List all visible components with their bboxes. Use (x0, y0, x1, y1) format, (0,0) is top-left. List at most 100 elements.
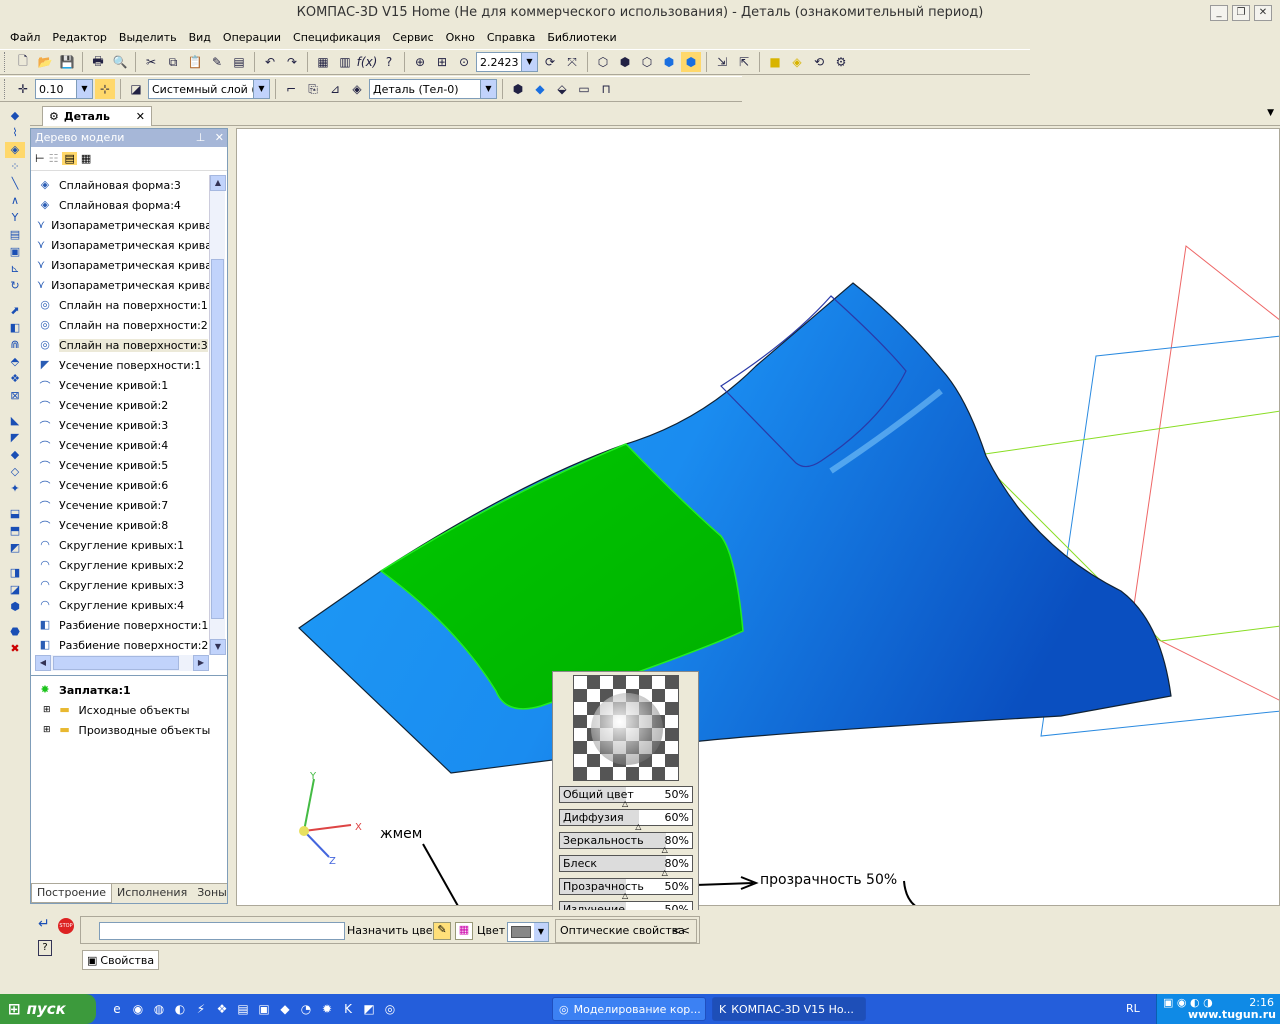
chevron-down-icon[interactable]: ▼ (253, 80, 269, 98)
menu-window[interactable]: Окно (440, 28, 481, 48)
app-icon[interactable]: ⚡ (192, 1000, 210, 1018)
menu-help[interactable]: Справка (481, 28, 541, 48)
plane-green-top[interactable] (970, 410, 1280, 457)
tree-item[interactable]: ⌒ Усечение кривой:7 (31, 495, 209, 515)
optics-slider[interactable]: Блеск 80% △ (559, 855, 693, 877)
tree-item[interactable]: ⌒ Усечение кривой:5 (31, 455, 209, 475)
optics-button[interactable]: Оптические свойства << (555, 919, 697, 943)
spatial-curves-icon[interactable]: ⌇ (5, 125, 25, 141)
close-icon[interactable]: ✕ (215, 131, 224, 144)
tree-sort-icon[interactable]: ☷ (49, 152, 59, 165)
menu-file[interactable]: Файл (4, 28, 46, 48)
help-icon[interactable]: ? (38, 940, 52, 956)
kompas-icon[interactable]: K (339, 1000, 357, 1018)
chevron-down-icon[interactable]: ▼ (534, 923, 548, 941)
surface-extend-icon[interactable]: ◤ (5, 430, 25, 446)
close-tab-icon[interactable]: ✕ (136, 110, 145, 123)
menu-libraries[interactable]: Библиотеки (541, 28, 622, 48)
detail-icon[interactable]: ◈ (347, 79, 367, 99)
scroll-thumb[interactable] (211, 259, 224, 619)
spec-icon[interactable]: ▤ (5, 227, 25, 243)
curve-project-icon[interactable]: ◪ (5, 582, 25, 598)
window-icon[interactable]: ▣ (255, 1000, 273, 1018)
snap-icon[interactable]: ✛ (13, 79, 33, 99)
split-icon[interactable]: ⬒ (5, 523, 25, 539)
tree-item[interactable]: ◠ Скругление кривых:4 (31, 595, 209, 615)
tree-item[interactable]: ◎ Сплайн на поверхности:1 (31, 295, 209, 315)
tree-item[interactable]: ◧ Разбиение поверхности:1 (31, 615, 209, 635)
tree-item[interactable]: ⋎ Изопараметрическая кривая (31, 235, 209, 255)
tree-item[interactable]: ◠ Скругление кривых:3 (31, 575, 209, 595)
hscroll-thumb[interactable] (53, 656, 179, 670)
optics-slider[interactable]: Общий цвет 50% △ (559, 786, 693, 808)
new-file-icon[interactable]: 🗋 (13, 52, 33, 72)
dimension-icon[interactable]: ⊓ (596, 79, 616, 99)
step-combo[interactable]: 0.10 ▼ (35, 79, 93, 99)
tab-zones[interactable]: Зоны (192, 884, 232, 903)
edit-part-icon[interactable]: ◆ (5, 108, 25, 124)
expand-icon[interactable]: ⊞ (43, 725, 51, 735)
scroll-down-icon[interactable]: ▼ (210, 639, 226, 655)
hidden-thin-icon[interactable]: ⬡ (637, 52, 657, 72)
tree-item[interactable]: ⌒ Усечение кривой:6 (31, 475, 209, 495)
loft-icon[interactable]: ⬘ (5, 354, 25, 370)
paste-icon[interactable]: 📋 (185, 52, 205, 72)
start-button[interactable]: ⊞ пуск (0, 994, 96, 1024)
dimensions-icon[interactable]: ⊾ (5, 261, 25, 277)
optics-slider[interactable]: Диффузия 60% △ (559, 809, 693, 831)
chrome-icon[interactable]: ◎ (381, 1000, 399, 1018)
tree-item[interactable]: ⌒ Усечение кривой:1 (31, 375, 209, 395)
lines-icon[interactable]: ╲ (5, 176, 25, 192)
cube-options-icon[interactable]: ◈ (787, 52, 807, 72)
filter-icon[interactable]: ⇲ (712, 52, 732, 72)
report-icon[interactable]: ▣ (5, 244, 25, 260)
chevron-down-icon[interactable]: ▼ (76, 80, 92, 98)
measure-icon[interactable]: Y (5, 210, 25, 226)
library-icon[interactable]: ⬣ (5, 624, 25, 640)
rotate-icon[interactable]: ⟳ (540, 52, 560, 72)
tree-view-icon[interactable]: ▤ (62, 152, 77, 165)
tree-list-icon[interactable]: ▦ (81, 152, 91, 165)
tree-item[interactable]: ◠ Скругление кривых:1 (31, 535, 209, 555)
angle-icon[interactable]: ∧ (5, 193, 25, 209)
optics-slider[interactable]: Прозрачность 50% △ (559, 878, 693, 900)
surface-trim-icon[interactable]: ◣ (5, 413, 25, 429)
expand-icon[interactable]: ⊞ (43, 705, 51, 715)
tree-item[interactable]: ⌒ Усечение кривой:3 (31, 415, 209, 435)
slider-thumb-icon[interactable]: △ (622, 892, 630, 900)
shaded-edges-icon[interactable]: ⬢ (681, 52, 701, 72)
toolbar-grip[interactable] (4, 79, 8, 99)
source-objects-node[interactable]: ⊞ ▬ Исходные объекты (31, 700, 227, 720)
shaded-icon[interactable]: ⬢ (659, 52, 679, 72)
menu-service[interactable]: Сервис (387, 28, 440, 48)
slider-thumb-icon[interactable]: △ (662, 846, 670, 854)
layer-icon[interactable]: ◪ (126, 79, 146, 99)
scroll-right-icon[interactable]: ▶ (193, 655, 209, 671)
tree-item[interactable]: ⌒ Усечение кривой:4 (31, 435, 209, 455)
cube-yellow-icon[interactable]: ■ (765, 52, 785, 72)
app-icon[interactable]: ❖ (213, 1000, 231, 1018)
app-icon[interactable]: ◩ (360, 1000, 378, 1018)
body-icon[interactable]: ⬢ (5, 599, 25, 615)
copy-icon[interactable]: ⧉ (163, 52, 183, 72)
tab-construction[interactable]: Построение (31, 884, 113, 903)
section-icon[interactable]: ▭ (574, 79, 594, 99)
menu-specification[interactable]: Спецификация (287, 28, 386, 48)
close-button[interactable]: ✕ (1254, 5, 1272, 21)
tree-item[interactable]: ◎ Сплайн на поверхности:2 (31, 315, 209, 335)
preview-icon[interactable]: 🔍 (110, 52, 130, 72)
app-icon[interactable]: ✹ (318, 1000, 336, 1018)
rebuild-icon[interactable]: ⟲ (809, 52, 829, 72)
material-icon[interactable]: ⬢ (508, 79, 528, 99)
model-viewport[interactable]: Y X Z (236, 128, 1280, 906)
tree-item[interactable]: ◈ Сплайновая форма:4 (31, 195, 209, 215)
scroll-left-icon[interactable]: ◀ (35, 655, 51, 671)
hidden-lines-icon[interactable]: ⬢ (615, 52, 635, 72)
tree-item[interactable]: ◤ Усечение поверхности:1 (31, 355, 209, 375)
task-chrome[interactable]: ◎ Моделирование кор... (552, 997, 706, 1021)
redo-icon[interactable]: ↷ (282, 52, 302, 72)
menu-view[interactable]: Вид (183, 28, 217, 48)
delete-icon[interactable]: ✖ (5, 641, 25, 657)
chevron-down-icon[interactable]: ▼ (521, 53, 537, 71)
variables-icon[interactable]: f(x) (357, 52, 378, 72)
